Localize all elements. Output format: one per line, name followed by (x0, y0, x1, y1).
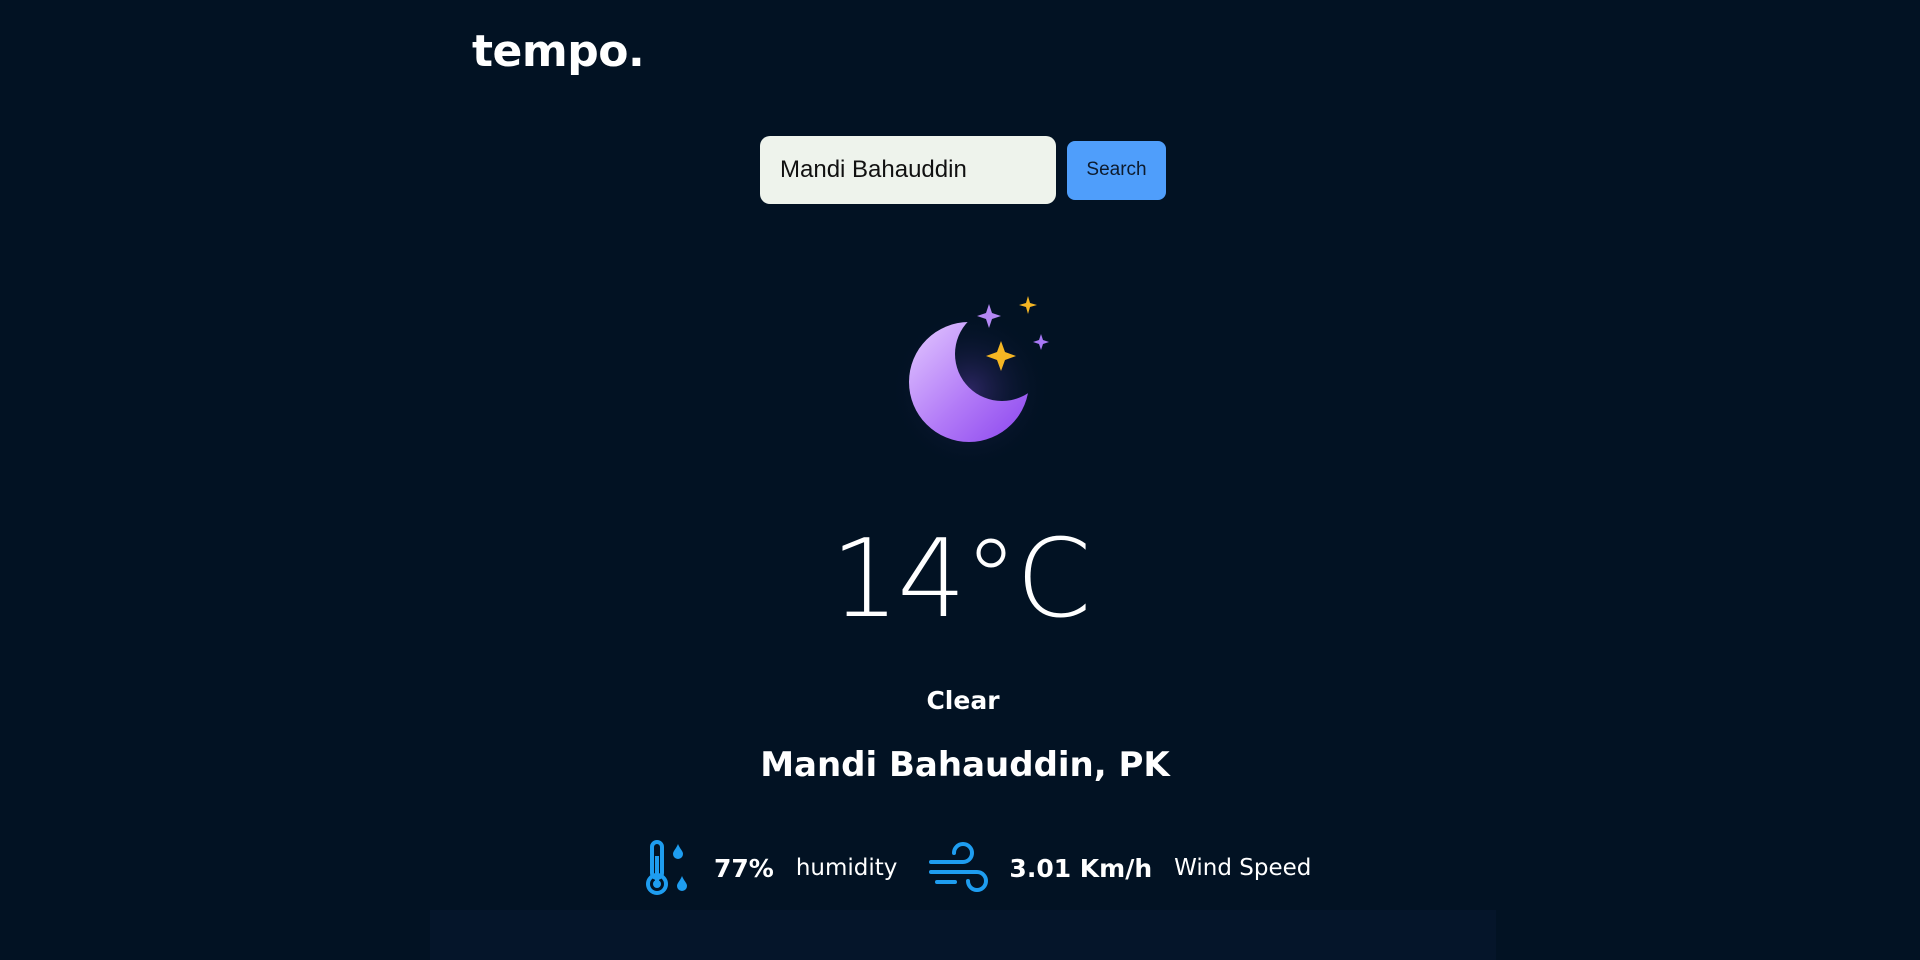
weather-condition: Clear (926, 686, 1000, 715)
bottom-panel (430, 910, 1496, 960)
wind-stat: 3.01 Km/h Wind Speed (927, 838, 1311, 898)
wind-icon (929, 842, 989, 892)
moon-stars-icon (890, 296, 1050, 462)
wind-speed-label: Wind Speed (1174, 855, 1312, 881)
temperature-readout: 14°C (830, 517, 1092, 642)
app-logo: tempo. (472, 26, 645, 77)
humidity-value: 77% (714, 853, 774, 883)
location-name: Mandi Bahauddin, PK (760, 745, 1170, 785)
humidity-label: humidity (795, 855, 898, 881)
weather-stats: 77% humidity 3.01 Km/h Wind Speed (640, 838, 1311, 898)
search-bar: Search (760, 136, 1166, 204)
wind-speed-value: 3.01 Km/h (1009, 853, 1153, 883)
city-search-input[interactable] (760, 136, 1056, 204)
search-button[interactable]: Search (1067, 140, 1166, 200)
thermometer-droplets-icon (646, 840, 687, 895)
